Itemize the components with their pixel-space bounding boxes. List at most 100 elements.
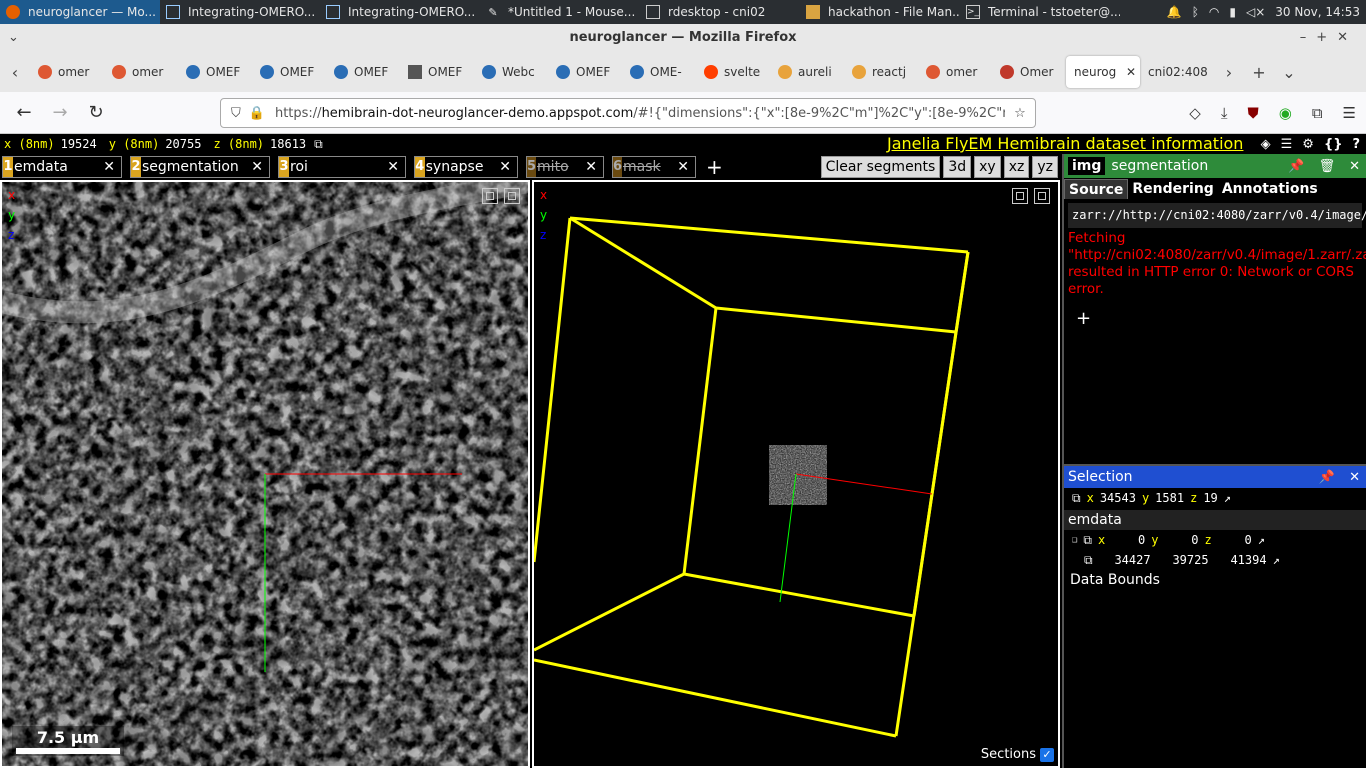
- sections-checkbox[interactable]: ✓: [1040, 747, 1054, 762]
- forward-icon[interactable]: →: [42, 102, 78, 123]
- add-layer-icon[interactable]: +: [706, 155, 723, 179]
- layer-roi[interactable]: 3 roi ✕: [278, 156, 406, 178]
- extensions-icon[interactable]: ⧉: [1312, 104, 1323, 122]
- checkbox-icon[interactable]: ❑: [1072, 535, 1077, 545]
- pocket-icon[interactable]: ◇: [1189, 104, 1201, 122]
- tab[interactable]: Omer: [992, 56, 1066, 88]
- layer-segmentation[interactable]: 2 segmentation ✕: [130, 156, 270, 178]
- help-icon[interactable]: ?: [1352, 137, 1360, 152]
- layout-xy-button[interactable]: xy: [974, 156, 1001, 178]
- tab-source[interactable]: Source: [1064, 179, 1129, 199]
- maximize-panel-icon[interactable]: [482, 188, 498, 204]
- tab[interactable]: omer: [104, 56, 178, 88]
- tab[interactable]: omer: [918, 56, 992, 88]
- taskbar-item-omero-2[interactable]: Integrating-OMERO...: [320, 0, 480, 24]
- layout-panel-icon[interactable]: [504, 188, 520, 204]
- copy-icon[interactable]: ⧉: [1083, 533, 1092, 548]
- tab[interactable]: omer: [30, 56, 104, 88]
- dataset-info-link[interactable]: Janelia FlyEM Hemibrain dataset informat…: [887, 134, 1243, 154]
- layer-name[interactable]: segmentation: [1111, 158, 1208, 174]
- back-icon[interactable]: ←: [6, 102, 42, 123]
- close-icon[interactable]: ✕: [499, 159, 511, 175]
- tab[interactable]: cni02:408: [1140, 56, 1214, 88]
- wifi-icon[interactable]: ◠: [1209, 5, 1219, 19]
- taskbar-item-mousepad[interactable]: ✎ *Untitled 1 - Mouse...: [480, 0, 640, 24]
- add-source-icon[interactable]: +: [1064, 300, 1366, 337]
- tab[interactable]: OMEF: [252, 56, 326, 88]
- close-tab-icon[interactable]: ✕: [1126, 65, 1136, 79]
- volume-icon[interactable]: ◁×: [1246, 5, 1265, 19]
- tab[interactable]: OMEF: [548, 56, 622, 88]
- lock-icon[interactable]: 🔒: [249, 106, 265, 121]
- maximize-panel-icon[interactable]: [1012, 188, 1028, 204]
- close-icon[interactable]: ✕: [251, 159, 263, 175]
- source-url-input[interactable]: zarr://http://cni02:4080/zarr/v0.4/image…: [1068, 203, 1366, 228]
- tab[interactable]: OMEF: [326, 56, 400, 88]
- layer-mask[interactable]: 6 mask ✕: [612, 156, 696, 178]
- copy-icon[interactable]: ⧉: [314, 137, 323, 152]
- layer-type-selector[interactable]: img: [1068, 157, 1106, 175]
- sections-toggle[interactable]: Sections ✓: [981, 747, 1054, 762]
- settings-icon[interactable]: ⚙: [1302, 137, 1314, 152]
- layer-synapse[interactable]: 4 synapse ✕: [414, 156, 518, 178]
- close-icon[interactable]: ✕: [387, 159, 399, 175]
- tabs-scroll-right-icon[interactable]: ›: [1214, 63, 1244, 82]
- coord-y-value[interactable]: 20755: [165, 137, 201, 151]
- url-text[interactable]: https://hemibrain-dot-neuroglancer-demo.…: [275, 106, 1005, 121]
- taskbar-item-rdesktop[interactable]: rdesktop - cni02: [640, 0, 800, 24]
- bookmark-star-icon[interactable]: ☆: [1005, 106, 1035, 121]
- layers-icon[interactable]: ◈: [1261, 137, 1271, 152]
- close-icon[interactable]: ✕: [1349, 159, 1360, 174]
- layer-list-icon[interactable]: ☰: [1281, 137, 1293, 152]
- trash-icon[interactable]: 🗑: [1319, 159, 1336, 174]
- layout-yz-button[interactable]: yz: [1032, 156, 1058, 178]
- clock[interactable]: 30 Nov, 14:53: [1275, 5, 1360, 19]
- taskbar-item-neuroglancer[interactable]: neuroglancer — Mo...: [0, 0, 160, 24]
- window-controls[interactable]: –+✕: [1300, 24, 1358, 52]
- battery-icon[interactable]: ▮: [1229, 5, 1236, 19]
- url-bar[interactable]: ⛉ 🔒 https://hemibrain-dot-neuroglancer-d…: [220, 98, 1036, 128]
- coord-z-value[interactable]: 18613: [270, 137, 306, 151]
- downloads-icon[interactable]: ⤓: [1221, 104, 1228, 122]
- tab-annotations[interactable]: Annotations: [1218, 179, 1322, 199]
- tab[interactable]: OMEF: [178, 56, 252, 88]
- pin-icon[interactable]: 📌: [1319, 470, 1335, 485]
- taskbar-item-terminal[interactable]: >_ Terminal - tstoeter@...: [960, 0, 1120, 24]
- slice-view-panel[interactable]: x y z 7.5 µm: [0, 180, 530, 768]
- close-icon[interactable]: ✕: [103, 159, 115, 175]
- tab[interactable]: OME-: [622, 56, 696, 88]
- tab-active[interactable]: neurog ✕: [1066, 56, 1140, 88]
- layer-emdata[interactable]: 1 emdata ✕: [2, 156, 122, 178]
- bell-icon[interactable]: 🔔: [1167, 5, 1182, 19]
- arrow-link-icon[interactable]: ↗: [1258, 533, 1265, 547]
- json-icon[interactable]: {}: [1324, 137, 1343, 152]
- new-tab-icon[interactable]: +: [1244, 63, 1274, 82]
- taskbar-item-filemanager[interactable]: hackathon - File Man...: [800, 0, 960, 24]
- close-icon[interactable]: ✕: [677, 159, 689, 175]
- layout-3d-button[interactable]: 3d: [943, 156, 972, 178]
- tab[interactable]: aureli: [770, 56, 844, 88]
- tab[interactable]: reactj: [844, 56, 918, 88]
- tab[interactable]: Webc: [474, 56, 548, 88]
- copy-icon[interactable]: ⧉: [1084, 553, 1093, 568]
- ublock-icon[interactable]: ⛊: [1247, 104, 1258, 122]
- tab[interactable]: svelte: [696, 56, 770, 88]
- tab-rendering[interactable]: Rendering: [1128, 179, 1217, 199]
- clear-segments-button[interactable]: Clear segments: [820, 156, 941, 178]
- layer-mito[interactable]: 5 mito ✕: [526, 156, 604, 178]
- tab[interactable]: OMEF: [400, 56, 474, 88]
- tab-list-icon[interactable]: ⌄: [1274, 63, 1304, 82]
- em-image[interactable]: [2, 182, 528, 766]
- menu-icon[interactable]: ☰: [1343, 104, 1356, 122]
- window-menu-icon[interactable]: ⌄: [8, 24, 19, 52]
- pin-icon[interactable]: 📌: [1288, 159, 1304, 174]
- taskbar-item-omero-1[interactable]: Integrating-OMERO...: [160, 0, 320, 24]
- close-icon[interactable]: ✕: [585, 159, 597, 175]
- bluetooth-icon[interactable]: ᛒ: [1192, 5, 1199, 19]
- copy-icon[interactable]: ⧉: [1072, 491, 1081, 506]
- shield-icon[interactable]: ⛉: [231, 106, 241, 121]
- arrow-link-icon[interactable]: ↗: [1224, 491, 1231, 505]
- 3d-view-panel[interactable]: x y z Sections ✓: [532, 180, 1060, 768]
- extension-icon[interactable]: ◉: [1279, 104, 1292, 122]
- coord-x-value[interactable]: 19524: [61, 137, 97, 151]
